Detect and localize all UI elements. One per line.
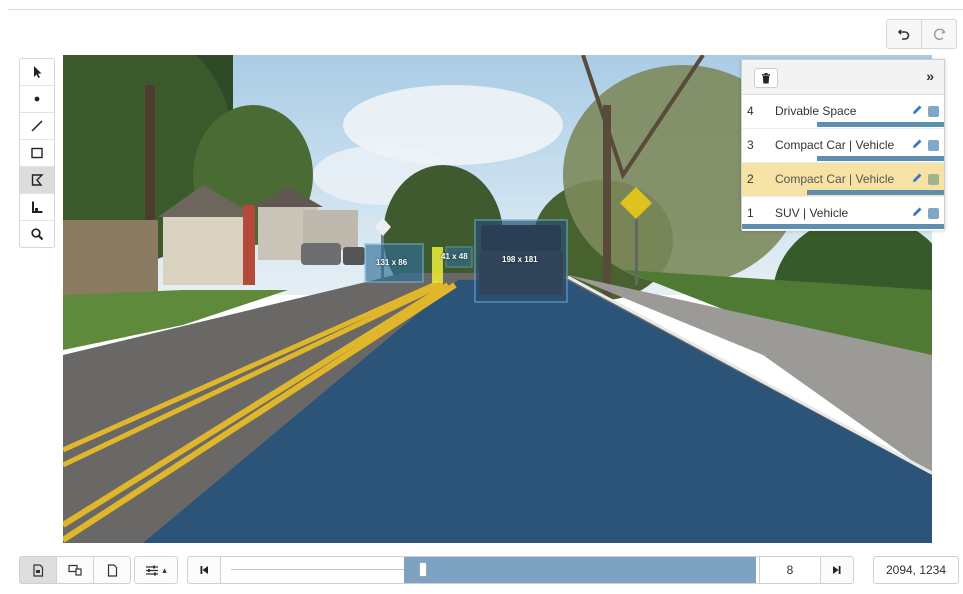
skip-start-icon xyxy=(200,566,208,574)
pencil-icon[interactable] xyxy=(911,138,923,150)
annotation-label: SUV | Vehicle xyxy=(775,206,849,220)
rectangle-tool[interactable] xyxy=(20,140,54,167)
settings-dropdown-button[interactable]: ▴ xyxy=(134,556,178,584)
timeline-bar xyxy=(806,190,944,195)
bbox-label: 198 x 181 xyxy=(502,255,538,264)
multi-view-button[interactable] xyxy=(57,556,94,584)
color-swatch[interactable] xyxy=(928,208,939,219)
pencil-icon[interactable] xyxy=(911,104,923,116)
color-swatch[interactable] xyxy=(928,174,939,185)
rectangle-icon xyxy=(31,147,43,159)
timeline-bar xyxy=(742,224,944,229)
annotation-number: 4 xyxy=(747,104,754,118)
redo-icon xyxy=(933,28,946,41)
polygon-tool[interactable] xyxy=(20,167,54,194)
trash-icon xyxy=(762,72,770,83)
magnifier-icon xyxy=(31,228,44,241)
annotation-row[interactable]: 1 SUV | Vehicle xyxy=(742,197,944,231)
tool-palette xyxy=(19,58,55,248)
annotation-number: 1 xyxy=(747,206,754,220)
annotation-row[interactable]: 4 Drivable Space xyxy=(742,95,944,129)
skip-end-icon xyxy=(833,566,841,574)
color-swatch[interactable] xyxy=(928,106,939,117)
annotation-label: Compact Car | Vehicle xyxy=(775,138,895,152)
point-tool[interactable] xyxy=(20,86,54,113)
frame-timeline: 8 xyxy=(187,556,860,584)
page-view-button[interactable] xyxy=(94,556,131,584)
line-icon xyxy=(31,120,43,132)
bbox-label: 131 x 86 xyxy=(376,258,408,267)
history-controls xyxy=(886,19,957,49)
undo-icon xyxy=(897,29,910,40)
delete-button[interactable] xyxy=(754,68,778,88)
last-frame-button[interactable] xyxy=(821,556,854,584)
zoom-tool[interactable] xyxy=(20,221,54,247)
timeline-slider[interactable] xyxy=(221,556,759,584)
single-image-view-button[interactable] xyxy=(19,556,57,584)
annotation-number: 2 xyxy=(747,172,754,186)
view-mode-group xyxy=(19,556,131,584)
timeline-bar xyxy=(816,156,944,161)
annotation-label: Drivable Space xyxy=(775,104,857,118)
select-tool[interactable] xyxy=(20,59,54,86)
annotation-number: 3 xyxy=(747,138,754,152)
line-tool[interactable] xyxy=(20,113,54,140)
annotation-row[interactable]: 3 Compact Car | Vehicle xyxy=(742,129,944,163)
timeline-handle[interactable] xyxy=(418,562,427,577)
image-view-icon xyxy=(33,563,44,577)
collapse-panel-button[interactable]: » xyxy=(926,68,934,84)
point-icon xyxy=(34,96,40,102)
page-icon xyxy=(107,563,117,577)
timeline-range xyxy=(403,557,757,583)
cursor-coordinates: 2094, 1234 xyxy=(873,556,959,584)
annotation-row-selected[interactable]: 2 Compact Car | Vehicle xyxy=(742,163,944,197)
cuboid-tool[interactable] xyxy=(20,194,54,221)
annotations-panel: » 4 Drivable Space 3 Compact Car | Vehic… xyxy=(741,59,945,231)
cursor-icon xyxy=(34,66,42,78)
top-border xyxy=(8,9,963,10)
cuboid-icon xyxy=(32,201,43,213)
polygon-icon xyxy=(31,174,44,186)
caret-up-icon: ▴ xyxy=(162,564,167,575)
annotation-label: Compact Car | Vehicle xyxy=(775,172,895,186)
pencil-icon[interactable] xyxy=(911,172,923,184)
multi-view-icon xyxy=(68,564,82,576)
panel-header: » xyxy=(742,60,944,95)
settings-group: ▴ xyxy=(134,556,178,584)
first-frame-button[interactable] xyxy=(187,556,221,584)
sliders-icon xyxy=(146,565,159,575)
color-swatch[interactable] xyxy=(928,140,939,151)
timeline-bar xyxy=(816,122,944,127)
undo-button[interactable] xyxy=(886,19,922,49)
bbox-label: 41 x 48 xyxy=(441,252,468,261)
frame-number-field[interactable]: 8 xyxy=(759,556,821,584)
redo-button[interactable] xyxy=(922,19,957,49)
pencil-icon[interactable] xyxy=(911,206,923,218)
